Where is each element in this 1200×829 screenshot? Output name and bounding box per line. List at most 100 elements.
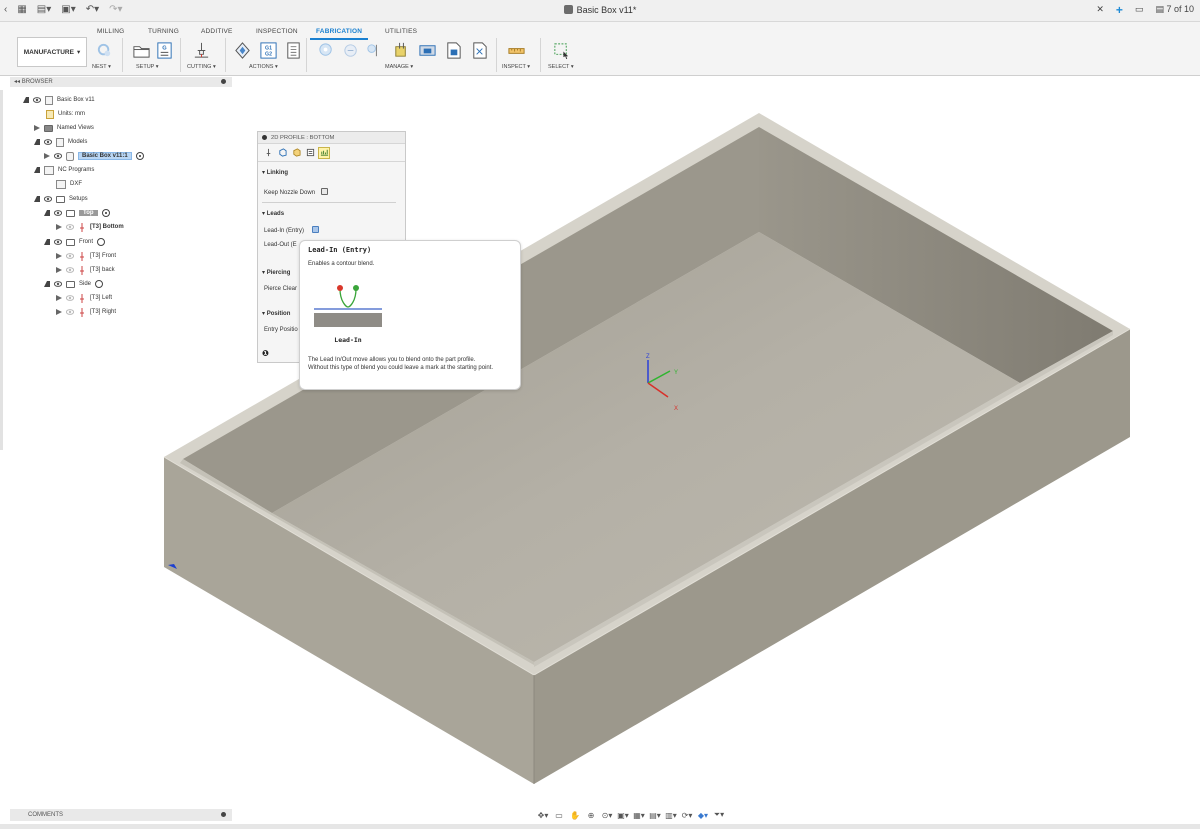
visibility-eye-icon[interactable] xyxy=(54,281,62,287)
expand-triangle-icon[interactable] xyxy=(34,196,40,202)
tree-row-setup-top[interactable]: Top xyxy=(44,207,110,219)
browser-header[interactable]: ◂◂ BROWSER xyxy=(10,77,232,87)
leads-header[interactable]: ▾ Leads xyxy=(258,210,405,217)
collapse-icon[interactable]: ◂◂ xyxy=(14,79,20,85)
viewports-icon[interactable]: ▤▾ xyxy=(648,810,662,820)
display-settings-icon[interactable]: ▣▾ xyxy=(616,810,630,820)
tab-tool-icon[interactable] xyxy=(262,147,274,159)
expand-triangle-icon[interactable] xyxy=(44,210,50,216)
group-label-cutting[interactable]: CUTTING ▾ xyxy=(187,64,216,70)
template-library-icon[interactable] xyxy=(341,40,361,60)
tree-row-named-views[interactable]: Named Views xyxy=(34,122,94,134)
folder-setup-icon[interactable] xyxy=(131,40,151,60)
visibility-eye-icon[interactable] xyxy=(66,224,74,230)
tree-row-op-back[interactable]: [T3] back xyxy=(56,264,115,276)
setup-sheet-icon[interactable]: G xyxy=(154,40,174,60)
tree-row-op-left[interactable]: [T3] Left xyxy=(56,292,112,304)
tree-row-setup-side[interactable]: Side xyxy=(44,278,104,290)
tab-geometry-icon[interactable] xyxy=(276,147,288,159)
3d-viewport[interactable]: Z Y X xyxy=(0,77,1200,807)
expand-triangle-icon[interactable] xyxy=(34,167,40,173)
group-label-manage[interactable]: MANAGE ▾ xyxy=(385,64,413,70)
object-visibility-icon[interactable]: ◆▾ xyxy=(696,810,710,820)
group-label-select[interactable]: SELECT ▾ xyxy=(548,64,574,70)
activate-radio-icon[interactable] xyxy=(97,238,106,246)
zoom-icon[interactable]: ⊕ xyxy=(584,810,598,820)
dialog-header[interactable]: 2D PROFILE : BOTTOM xyxy=(258,132,405,144)
document-stack-icon[interactable] xyxy=(469,40,489,60)
visibility-eye-icon[interactable] xyxy=(54,239,62,245)
post-library-icon[interactable] xyxy=(417,40,437,60)
tree-row-units[interactable]: Units: mm xyxy=(46,108,85,120)
grid-settings-icon[interactable]: ▦▾ xyxy=(632,810,646,820)
chat-icon[interactable]: ▭ xyxy=(1135,4,1144,15)
expand-triangle-icon[interactable] xyxy=(23,97,29,103)
tab-utilities[interactable]: UTILITIES xyxy=(385,28,417,35)
tab-inspection[interactable]: INSPECTION xyxy=(256,28,298,35)
post-process-icon[interactable]: G1 G2 xyxy=(258,40,278,60)
visibility-eye-icon[interactable] xyxy=(66,267,74,273)
nest-tool-icon[interactable] xyxy=(94,40,114,60)
tree-row-op-bottom[interactable]: [T3] Bottom xyxy=(56,221,124,233)
machine-library-icon[interactable] xyxy=(364,40,384,60)
look-at-icon[interactable]: ▭ xyxy=(552,810,566,820)
visibility-eye-icon[interactable] xyxy=(66,309,74,315)
expand-triangle-icon[interactable] xyxy=(34,139,40,145)
collapsed-triangle-icon[interactable] xyxy=(34,125,40,131)
collapsed-triangle-icon[interactable] xyxy=(56,253,62,259)
collapsed-triangle-icon[interactable] xyxy=(44,153,50,159)
dialog-pin-icon[interactable] xyxy=(262,135,267,140)
tree-row-nc-programs[interactable]: NC Programs xyxy=(34,164,94,176)
visibility-eye-icon[interactable] xyxy=(66,253,74,259)
close-tab-icon[interactable]: ✕ xyxy=(1096,4,1104,15)
tree-row-op-front[interactable]: [T3] Front xyxy=(56,250,116,262)
tab-fabrication[interactable]: FABRICATION xyxy=(309,28,369,40)
nc-program-icon[interactable] xyxy=(391,40,411,60)
expand-triangle-icon[interactable] xyxy=(44,281,50,287)
visibility-eye-icon[interactable] xyxy=(33,97,41,103)
cutting-torch-icon[interactable] xyxy=(191,40,211,60)
collapsed-triangle-icon[interactable] xyxy=(56,224,62,230)
tab-passes-icon[interactable] xyxy=(304,147,316,159)
job-status[interactable]: ▤ 7 of 10 xyxy=(1155,4,1194,15)
collapsed-triangle-icon[interactable] xyxy=(56,267,62,273)
collapsed-triangle-icon[interactable] xyxy=(56,295,62,301)
group-label-setup[interactable]: SETUP ▾ xyxy=(136,64,159,70)
new-tab-icon[interactable]: + xyxy=(1116,4,1123,16)
tab-additive[interactable]: ADDITIVE xyxy=(201,28,233,35)
keep-nozzle-checkbox[interactable] xyxy=(320,188,328,195)
visibility-eye-icon[interactable] xyxy=(54,210,62,216)
visibility-eye-icon[interactable] xyxy=(44,139,52,145)
document-g-icon[interactable] xyxy=(443,40,463,60)
workspace-switcher-button[interactable]: MANUFACTURE ▾ xyxy=(17,37,87,67)
visibility-eye-icon[interactable] xyxy=(44,196,52,202)
simulate-icon[interactable] xyxy=(232,40,252,60)
tab-linking-icon[interactable] xyxy=(318,146,330,159)
simulation-icon[interactable]: ⟳▾ xyxy=(680,810,694,820)
tree-row-root[interactable]: Basic Box v11 xyxy=(23,94,95,106)
activate-radio-icon[interactable] xyxy=(101,209,110,217)
group-label-actions[interactable]: ACTIONS ▾ xyxy=(249,64,278,70)
tree-row-model-instance[interactable]: Basic Box v11:1 xyxy=(44,150,144,162)
tree-row-setup-front[interactable]: Front xyxy=(44,236,106,248)
pan-hand-icon[interactable]: ✋ xyxy=(568,810,582,820)
collapsed-triangle-icon[interactable] xyxy=(56,309,62,315)
tree-row-setups[interactable]: Setups xyxy=(34,193,88,205)
group-label-inspect[interactable]: INSPECT ▾ xyxy=(502,64,530,70)
comments-panel[interactable]: COMMENTS xyxy=(10,809,232,821)
activate-radio-icon[interactable] xyxy=(95,280,104,288)
orbit-icon[interactable]: ✥▾ xyxy=(536,810,550,820)
visual-style-icon[interactable]: ▥▾ xyxy=(664,810,678,820)
filter-icon[interactable]: ⏷▾ xyxy=(712,810,726,820)
linking-header[interactable]: ▾ Linking xyxy=(258,169,405,176)
pin-icon[interactable] xyxy=(221,812,226,817)
measure-icon[interactable] xyxy=(506,40,526,60)
box-model[interactable]: Z Y X xyxy=(0,77,1200,807)
activate-radio-icon[interactable] xyxy=(135,152,144,160)
tree-row-dxf[interactable]: DXF xyxy=(56,178,82,190)
tab-heights-icon[interactable] xyxy=(290,147,302,159)
pin-icon[interactable] xyxy=(221,79,226,84)
zoom-window-icon[interactable]: ⊙▾ xyxy=(600,810,614,820)
tab-turning[interactable]: TURNING xyxy=(148,28,179,35)
group-label-nest[interactable]: NEST ▾ xyxy=(92,64,111,70)
